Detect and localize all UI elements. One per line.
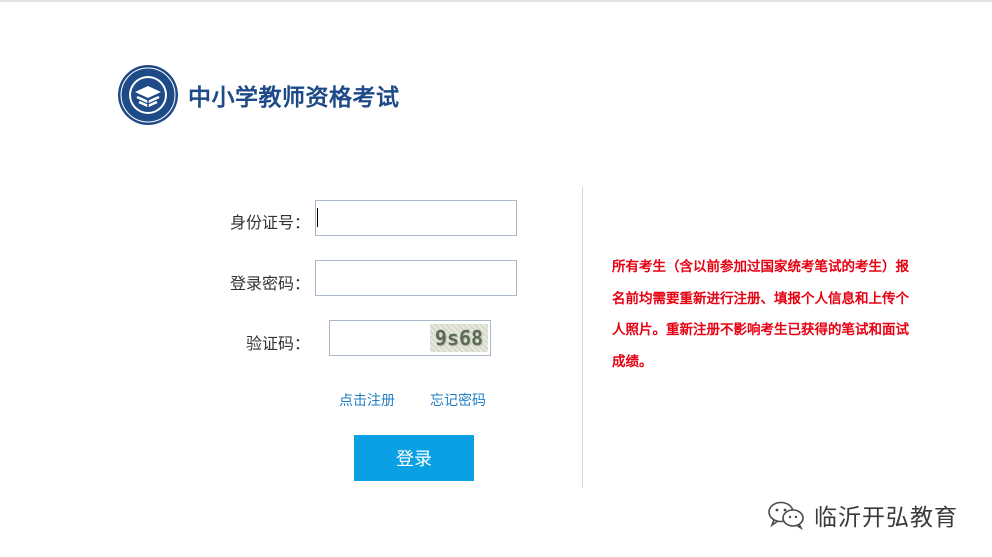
book-emblem-icon — [118, 65, 178, 125]
watermark: 临沂开弘教育 — [766, 498, 958, 532]
site-title: 中小学教师资格考试 — [188, 85, 400, 111]
register-link[interactable]: 点击注册 — [339, 390, 395, 410]
login-button[interactable]: 登录 — [354, 435, 474, 481]
text-cursor — [317, 208, 318, 227]
id-number-label: 身份证号： — [230, 213, 311, 232]
registration-notice: 所有考生（含以前参加过国家统考笔试的考生）报名前均需要重新进行注册、填报个人信息… — [612, 259, 909, 370]
captcha-label: 验证码： — [246, 334, 311, 353]
password-label: 登录密码： — [230, 274, 311, 293]
logo — [117, 64, 179, 126]
vertical-divider — [582, 187, 583, 488]
id-number-input[interactable] — [315, 200, 517, 236]
password-input[interactable] — [315, 260, 517, 296]
wechat-icon — [768, 501, 804, 530]
captcha-image[interactable]: 9s68 — [430, 324, 488, 352]
watermark-text: 临沂开弘教育 — [814, 505, 958, 531]
forgot-password-link[interactable]: 忘记密码 — [430, 390, 486, 410]
top-border — [0, 0, 992, 2]
